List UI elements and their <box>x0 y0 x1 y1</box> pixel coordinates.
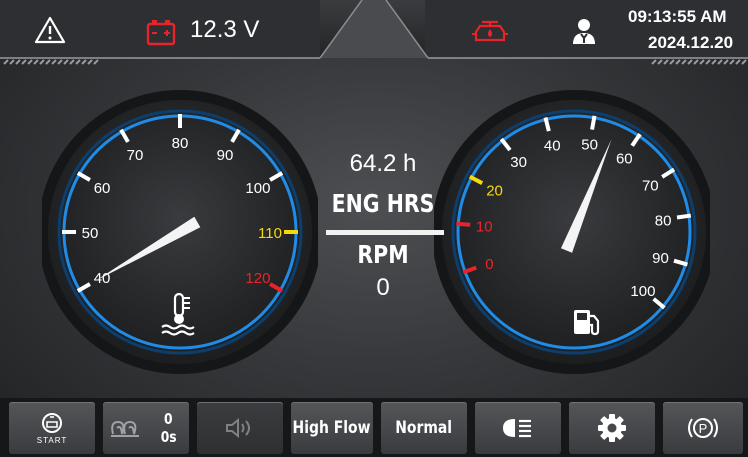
svg-text:P: P <box>699 421 708 436</box>
gauge-tick-label: 90 <box>217 147 234 164</box>
battery-icon <box>146 20 176 46</box>
rpm-value: 0 <box>376 274 390 301</box>
gauge-tick-label: 20 <box>486 183 503 200</box>
warning-triangle-icon[interactable] <box>34 16 66 44</box>
engine-start-button[interactable]: START <box>9 402 95 454</box>
gauge-tick-label: 120 <box>245 270 270 287</box>
headlight-icon <box>503 419 531 438</box>
battery-voltage: 12.3 V <box>190 16 260 43</box>
fuel-level-gauge: 0 10 20 30 40 50 60 70 80 90 100 <box>434 90 710 374</box>
engine-hours-value: 64.2 h <box>349 150 417 177</box>
glow-plug-icon <box>111 420 139 437</box>
gauge-tick-label: 60 <box>94 180 111 197</box>
gauge-tick-label: 40 <box>544 138 561 155</box>
gauge-tick-mark <box>590 115 597 130</box>
glow-plug-button[interactable]: 0 0s <box>103 402 189 454</box>
gauge-tick-label: 100 <box>630 283 655 300</box>
clock-time: 09:13:55 AM <box>628 7 727 26</box>
gauge-tick-label: 80 <box>172 135 189 152</box>
headlight-button[interactable] <box>475 402 561 454</box>
gear-icon <box>598 414 626 442</box>
glow-count: 0 <box>164 410 173 428</box>
glow-time: 0s <box>160 428 177 446</box>
gauge-tick-label: 0 <box>485 256 493 273</box>
status-bar: 12.3 V 09:13:55 AM 2024.12.20 <box>0 0 748 65</box>
parking-brake-icon: P <box>688 418 718 438</box>
gauge-tick-label: 110 <box>258 225 282 242</box>
gauge-tick-label: 50 <box>82 225 99 242</box>
gauge-tick-label: 80 <box>655 212 672 229</box>
gauge-tick-label: 50 <box>581 136 598 153</box>
settings-button[interactable] <box>569 402 655 454</box>
gauge-tick-label: 70 <box>642 177 659 194</box>
gauge-tick-mark <box>456 221 471 227</box>
parking-brake-button[interactable]: P <box>663 402 743 454</box>
mode-button[interactable]: Normal <box>381 402 467 454</box>
coolant-temperature-gauge: 40 50 60 70 80 90 100 110 120 <box>42 90 318 374</box>
gauge-tick-label: 90 <box>652 250 669 267</box>
gauge-tick-label: 30 <box>510 154 527 171</box>
gauge-tick-label: 70 <box>127 147 144 164</box>
mode-label: Normal <box>395 418 453 438</box>
high-flow-button[interactable]: High Flow <box>291 402 373 454</box>
dashboard-screen: 12.3 V 09:13:55 AM 2024.12.20 40 50 60 7… <box>0 0 748 457</box>
engine-start-icon <box>42 413 62 433</box>
gauge-tick-label: 100 <box>245 180 270 197</box>
rpm-label: RPM <box>357 240 409 269</box>
high-flow-label: High Flow <box>293 418 371 438</box>
gauge-tick-mark <box>676 213 692 220</box>
engine-oil-pressure-icon <box>472 20 508 42</box>
gauge-tick-label: 60 <box>616 150 633 167</box>
start-label: START <box>36 436 68 445</box>
clock-date: 2024.12.20 <box>648 33 734 52</box>
gauge-tick-label: 40 <box>94 270 111 287</box>
speaker-volume-icon <box>226 417 250 439</box>
engine-hours-label: ENG HRS <box>331 189 435 218</box>
operator-person-icon[interactable] <box>570 17 598 45</box>
gauge-tick-label: 10 <box>476 219 493 236</box>
center-divider <box>326 230 444 235</box>
volume-button[interactable] <box>197 402 283 454</box>
